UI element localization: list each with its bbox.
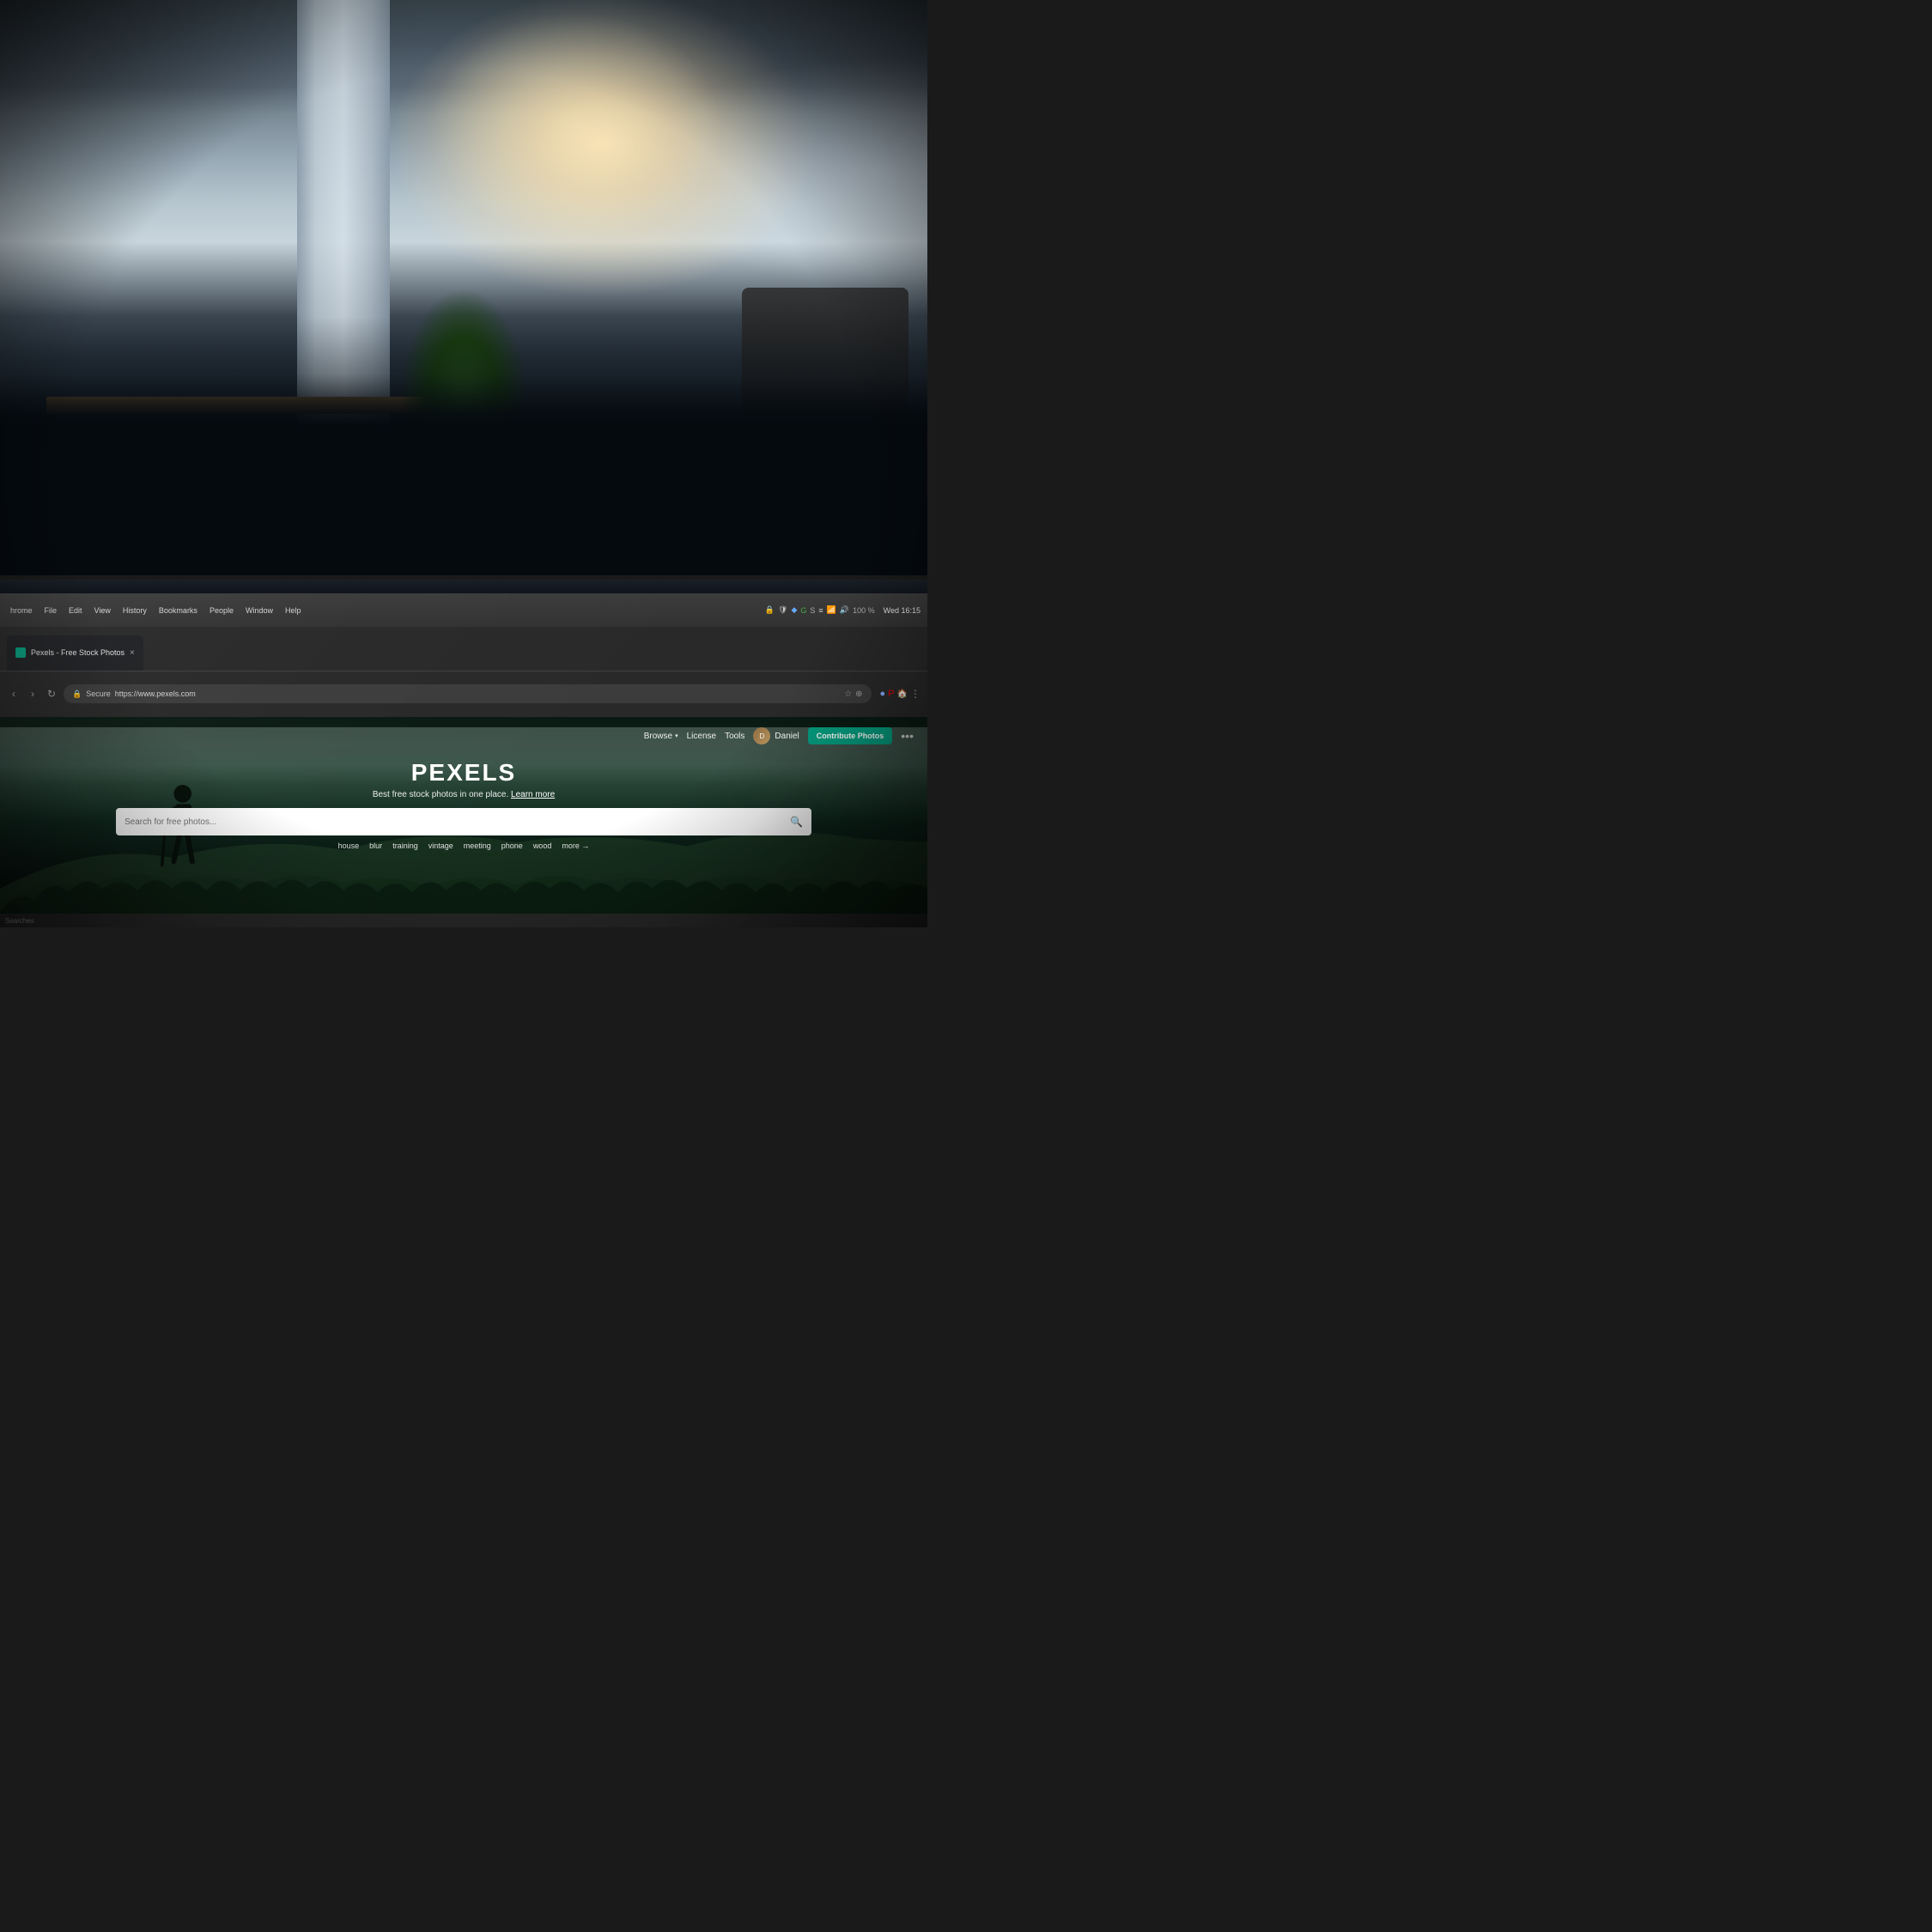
browser-window: hrome File Edit View History Bookmarks P… xyxy=(0,593,927,927)
tag-wood[interactable]: wood xyxy=(532,841,554,851)
search-tags: house blur training vintage meeting phon… xyxy=(116,841,811,851)
url-display: https://www.pexels.com xyxy=(115,690,196,698)
tag-blur[interactable]: blur xyxy=(368,841,384,851)
pexels-center-content: PEXELS Best free stock photos in one pla… xyxy=(116,759,811,851)
license-nav-link[interactable]: License xyxy=(687,732,716,741)
battery-level: 100 % xyxy=(853,606,875,615)
system-clock: Wed 16:15 xyxy=(884,606,920,615)
pexels-logo: PEXELS xyxy=(116,759,811,787)
office-background xyxy=(0,0,927,575)
tools-nav-link[interactable]: Tools xyxy=(725,732,744,741)
office-plant xyxy=(398,288,528,489)
learn-more-link[interactable]: Learn more xyxy=(511,790,555,799)
tab-favicon xyxy=(15,647,26,658)
secure-icon: 🔒 xyxy=(72,690,82,699)
tag-house[interactable]: house xyxy=(337,841,361,851)
pinterest-icon[interactable]: P xyxy=(888,689,894,699)
more-options-button[interactable]: ••• xyxy=(901,729,914,743)
tag-training[interactable]: training xyxy=(391,841,420,851)
reload-button[interactable]: ↻ xyxy=(45,687,58,701)
address-bar-row: ‹ › ↻ 🔒 Secure https://www.pexels.com ☆ … xyxy=(0,671,927,717)
office-chair xyxy=(742,288,908,518)
back-button[interactable]: ‹ xyxy=(7,687,21,701)
more-tags-link[interactable]: more → xyxy=(560,841,591,851)
tab-title: Pexels - Free Stock Photos xyxy=(31,648,125,657)
contribute-photos-button[interactable]: Contribute Photos xyxy=(808,727,893,744)
chrome-menu-icon[interactable]: ⋮ xyxy=(910,688,920,700)
chrome-menu-people[interactable]: People xyxy=(210,606,234,615)
chrome-menu-bar: hrome File Edit View History Bookmarks P… xyxy=(10,606,301,615)
search-icon[interactable]: 🔍 xyxy=(790,816,803,828)
secure-label: Secure xyxy=(86,690,111,698)
chrome-menu-file[interactable]: File xyxy=(45,606,58,615)
pexels-website: Browse ▾ License Tools D Daniel Contribu… xyxy=(0,717,927,927)
chrome-menu-edit[interactable]: Edit xyxy=(69,606,82,615)
office-table xyxy=(46,397,436,414)
pexels-tagline: Best free stock photos in one place. Lea… xyxy=(116,790,811,799)
pexels-nav: Browse ▾ License Tools D Daniel Contribu… xyxy=(0,717,927,755)
browser-status-bar: Searches xyxy=(0,914,927,927)
chrome-system-icons: 🔒 🛡 ◆ G S ≡ 📶 🔊 100 % Wed 16:15 xyxy=(765,605,920,615)
tag-phone[interactable]: phone xyxy=(500,841,525,851)
chrome-menu-bookmarks[interactable]: Bookmarks xyxy=(159,606,197,615)
address-bar[interactable]: 🔒 Secure https://www.pexels.com ☆ ⊕ xyxy=(64,684,872,703)
browse-chevron-icon: ▾ xyxy=(675,732,678,739)
address-right-icons: ☆ ⊕ xyxy=(844,690,862,699)
username-label: Daniel xyxy=(775,732,799,741)
browse-nav-link[interactable]: Browse ▾ xyxy=(644,732,678,741)
tag-vintage[interactable]: vintage xyxy=(427,841,455,851)
chrome-menu-window[interactable]: Window xyxy=(246,606,273,615)
tag-meeting[interactable]: meeting xyxy=(462,841,493,851)
browser-toolbar-icons: ● P 🏠 ⋮ xyxy=(880,688,920,700)
office-pillar xyxy=(297,0,390,575)
profile-icon[interactable]: ● xyxy=(880,689,886,699)
tab-bar: Pexels - Free Stock Photos × xyxy=(0,627,927,671)
chrome-menu-help[interactable]: Help xyxy=(285,606,301,615)
bookmark-icon[interactable]: ☆ xyxy=(844,690,852,699)
chrome-menu-history[interactable]: History xyxy=(123,606,147,615)
active-tab[interactable]: Pexels - Free Stock Photos × xyxy=(7,635,143,670)
chrome-menu-view[interactable]: View xyxy=(94,606,111,615)
status-text: Searches xyxy=(5,917,34,925)
user-avatar: D xyxy=(753,727,770,744)
search-input[interactable] xyxy=(125,817,790,827)
search-bar[interactable]: 🔍 xyxy=(116,808,811,835)
tab-close-button[interactable]: × xyxy=(130,648,135,658)
chrome-menu-hrome[interactable]: hrome xyxy=(10,606,33,615)
user-section: D Daniel xyxy=(753,727,799,744)
extensions-icon[interactable]: ⊕ xyxy=(855,690,862,699)
extension-icon-1[interactable]: 🏠 xyxy=(897,690,908,699)
chrome-titlebar: hrome File Edit View History Bookmarks P… xyxy=(0,593,927,627)
forward-button[interactable]: › xyxy=(26,687,39,701)
